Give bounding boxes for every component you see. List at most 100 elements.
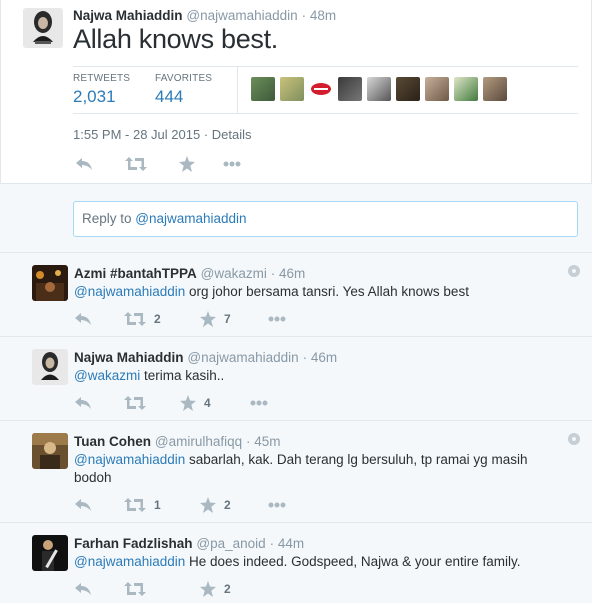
favorite-count: 2 <box>224 582 231 596</box>
reply-tweet: Najwa Mahiaddin @najwamahiaddin · 46m @w… <box>0 337 592 421</box>
tweet-text: @wakazmi terima kasih.. <box>74 367 564 385</box>
favoriter-avatar[interactable] <box>367 77 391 101</box>
more-button[interactable] <box>223 161 241 167</box>
follow-gear-icon[interactable] <box>568 433 580 445</box>
main-tweet: Najwa Mahiaddin @najwamahiaddin · 48m Al… <box>0 0 592 183</box>
tweet-time[interactable]: · 46m <box>271 266 306 281</box>
favoriter-avatar[interactable] <box>454 77 478 101</box>
tweet-time[interactable]: · 45m <box>246 434 281 449</box>
more-button[interactable] <box>268 502 286 508</box>
mention-link[interactable]: @najwamahiaddin <box>74 452 185 467</box>
favoriter-avatar[interactable] <box>280 77 304 101</box>
avatar[interactable] <box>32 349 68 385</box>
author-handle[interactable]: @wakazmi <box>201 266 267 281</box>
reply-tweet: Azmi #bantahTPPA @wakazmi · 46m @najwama… <box>0 253 592 337</box>
avatar[interactable] <box>32 535 68 571</box>
reply-icon <box>75 583 91 595</box>
retweets-stat[interactable]: RETWEETS 2,031 <box>73 73 130 107</box>
retweet-button[interactable] <box>124 396 180 410</box>
author-name[interactable]: Tuan Cohen <box>74 434 151 449</box>
author-name[interactable]: Azmi #bantahTPPA <box>74 266 197 281</box>
stats-divider <box>237 67 238 113</box>
timestamp-text[interactable]: 1:55 PM - 28 Jul 2015 <box>73 127 200 142</box>
tweet-time[interactable]: · 44m <box>270 536 305 551</box>
retweets-label: RETWEETS <box>73 73 131 84</box>
favorite-button[interactable] <box>179 156 223 172</box>
reply-button[interactable] <box>74 582 124 596</box>
tweet-actions <box>75 156 241 172</box>
more-icon <box>250 400 268 406</box>
separator: · <box>203 127 212 142</box>
follow-gear-icon[interactable] <box>568 265 580 277</box>
mention-link[interactable]: @wakazmi <box>74 368 140 383</box>
retweet-icon <box>124 498 146 512</box>
tweet-actions: 2 7 <box>74 311 286 327</box>
reply-button[interactable] <box>74 498 124 512</box>
author-handle[interactable]: @amirulhafiqq <box>155 434 242 449</box>
author-name[interactable]: Najwa Mahiaddin <box>74 350 184 365</box>
retweet-count: 2 <box>154 312 161 326</box>
more-icon <box>268 316 286 322</box>
author-name[interactable]: Farhan Fadzlishah <box>74 536 193 551</box>
favoriter-avatar[interactable] <box>425 77 449 101</box>
favoriter-avatar[interactable] <box>483 77 507 101</box>
avatar[interactable] <box>32 265 68 301</box>
tweet-text: @najwamahiaddin org johor bersama tansri… <box>74 283 564 301</box>
tweet-actions: 2 <box>74 581 268 597</box>
lips-image <box>311 83 331 95</box>
retweet-button[interactable]: 2 <box>124 312 200 326</box>
reply-prefix: Reply to <box>82 211 136 226</box>
tweet-actions: 4 <box>74 395 268 411</box>
tweet-text: Allah knows best. <box>73 24 279 54</box>
avatar-image <box>32 535 68 571</box>
retweet-button[interactable] <box>124 582 200 596</box>
details-link[interactable]: Details <box>212 127 252 142</box>
mention-link[interactable]: @najwamahiaddin <box>74 554 185 569</box>
favorite-count: 7 <box>224 312 231 326</box>
retweet-button[interactable] <box>125 157 179 171</box>
reply-icon <box>75 499 91 511</box>
more-button[interactable] <box>268 316 286 322</box>
favorite-icon <box>179 156 195 172</box>
avatar[interactable] <box>32 433 68 469</box>
retweet-button[interactable]: 1 <box>124 498 200 512</box>
author-handle[interactable]: @najwamahiaddin <box>187 350 298 365</box>
favorite-button[interactable]: 2 <box>200 581 268 597</box>
avatar-image <box>23 8 63 48</box>
favorite-icon <box>200 497 216 513</box>
more-icon <box>268 502 286 508</box>
reply-composer: Reply to @najwamahiaddin <box>0 183 592 253</box>
favorite-icon <box>200 581 216 597</box>
retweet-icon <box>124 582 146 596</box>
avatar-image <box>32 349 68 385</box>
favorite-button[interactable]: 2 <box>200 497 268 513</box>
avatar[interactable] <box>23 8 63 48</box>
mention-link[interactable]: @najwamahiaddin <box>74 284 185 299</box>
reply-icon <box>76 158 92 170</box>
reply-input[interactable]: Reply to @najwamahiaddin <box>73 201 578 237</box>
reply-button[interactable] <box>75 157 125 171</box>
favoriter-avatar[interactable] <box>396 77 420 101</box>
favorite-button[interactable]: 4 <box>180 395 250 411</box>
favorites-stat[interactable]: FAVORITES 444 <box>155 73 212 107</box>
favoriter-avatar[interactable] <box>251 77 275 101</box>
tweet-time[interactable]: · 46m <box>303 350 338 365</box>
favorite-button[interactable]: 7 <box>200 311 268 327</box>
more-button[interactable] <box>250 400 268 406</box>
retweet-icon <box>124 312 146 326</box>
retweet-icon <box>124 396 146 410</box>
reply-mention: @najwamahiaddin <box>135 211 247 226</box>
tweet-body: terima kasih.. <box>140 368 225 383</box>
reply-button[interactable] <box>74 312 124 326</box>
retweet-count: 1 <box>154 498 161 512</box>
author-name[interactable]: Najwa Mahiaddin <box>73 8 183 23</box>
reply-button[interactable] <box>74 396 124 410</box>
author-handle[interactable]: @najwamahiaddin <box>186 8 297 23</box>
avatar-image <box>32 265 68 301</box>
favoriter-avatar[interactable] <box>309 77 333 101</box>
tweet-time[interactable]: · 48m <box>302 8 337 23</box>
author-handle[interactable]: @pa_anoid <box>196 536 265 551</box>
favoriter-avatar[interactable] <box>338 77 362 101</box>
tweet-stats: RETWEETS 2,031 FAVORITES 444 <box>73 66 578 114</box>
tweet-body: org johor bersama tansri. Yes Allah know… <box>185 284 469 299</box>
